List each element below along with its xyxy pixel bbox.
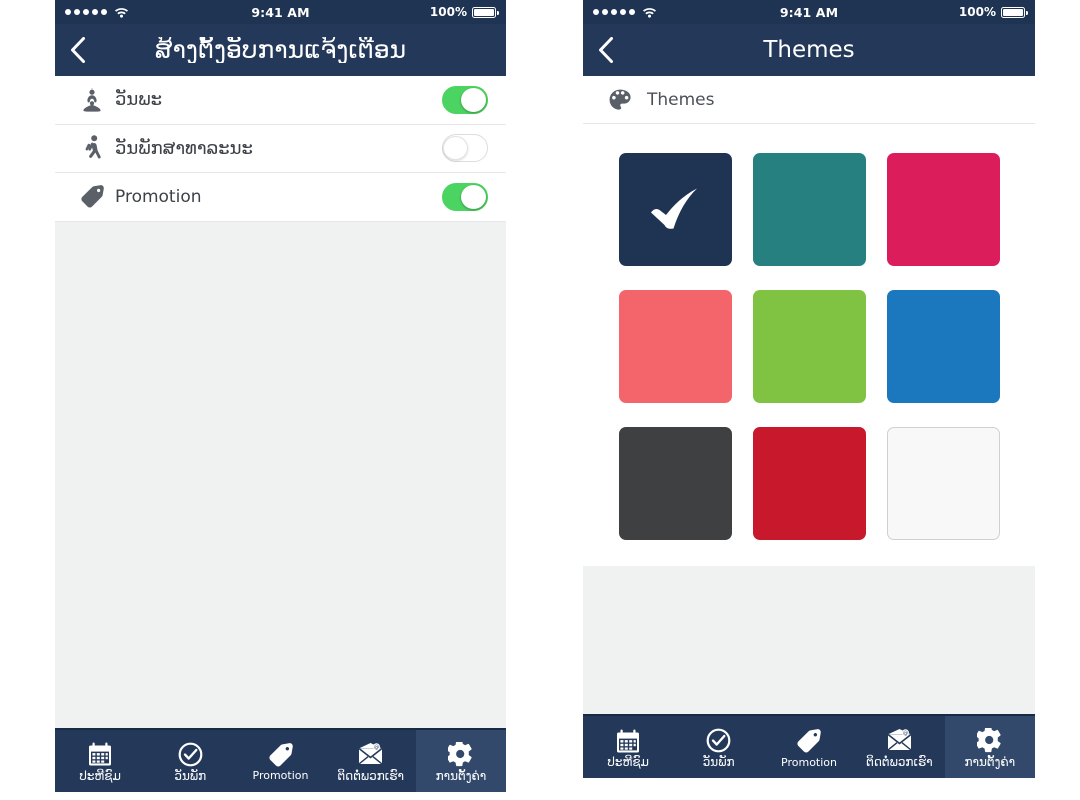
battery-icon [1001, 6, 1028, 18]
nav-bar-left: ສ້າງຕັ້ງອັບການແຈ້ງເຕືອນ [55, 24, 506, 76]
list-item-label: ວັນພະ [115, 89, 162, 111]
tab-label: ຕິດຕໍ່ພວກເຮົາ [866, 755, 933, 769]
theme-swatch-teal[interactable] [752, 153, 866, 266]
toggle-promotion[interactable] [442, 182, 488, 211]
svg-text:@: @ [903, 730, 908, 736]
tab-holiday[interactable]: ວັນພັກ [673, 716, 763, 778]
back-button[interactable] [55, 24, 101, 76]
swatch-row [618, 153, 1000, 266]
tab-promotion[interactable]: Promotion [235, 730, 325, 792]
tab-label: ຕິດຕໍ່ພວກເຮົາ [337, 768, 404, 783]
status-bar-right: 9:41 AM 100% [583, 0, 1035, 24]
mail-at-icon: @ [357, 742, 384, 767]
swatch-row [618, 290, 1000, 403]
tab-label: Promotion [252, 769, 309, 782]
tag-icon [268, 742, 294, 767]
check-icon [651, 188, 697, 229]
phone-right-themes: 9:41 AM 100% Themes Themes ປະຫີຊົມ ວັນພັ… [583, 0, 1035, 800]
tab-bar-right: ປະຫີຊົມ ວັນພັກ Promotion @ ຕິດຕໍ່ພວກເຮົາ… [583, 714, 1035, 778]
tab-label: ການຕັ້ງຄ່າ [964, 755, 1016, 769]
empty-content-area-right [583, 566, 1035, 714]
status-bar-signal [593, 3, 657, 22]
chevron-left-icon [71, 37, 85, 63]
list-item-label: ວັນພັກສາທາລະນະ [115, 137, 253, 159]
themes-section-label: Themes [647, 89, 715, 110]
page-title: Themes [763, 37, 855, 63]
tab-label: ວັນພັກ [702, 755, 735, 769]
palette-icon [605, 89, 635, 111]
calendar-icon [616, 728, 640, 753]
signal-dots-icon [65, 9, 107, 15]
tab-label: ປະຫີຊົມ [79, 768, 121, 783]
list-item-label: Promotion [115, 186, 202, 207]
theme-swatch-dark[interactable] [618, 427, 732, 540]
theme-swatch-navy[interactable] [618, 153, 732, 266]
notification-settings-list: ວັນພະ ວັນພັກສາທາລະນະ Promotion [55, 76, 506, 222]
theme-swatch-pink[interactable] [886, 153, 1000, 266]
back-button[interactable] [583, 24, 629, 76]
theme-swatch-white[interactable] [886, 427, 1000, 540]
tab-calendar[interactable]: ປະຫີຊົມ [583, 716, 673, 778]
check-circle-icon [178, 742, 203, 767]
page-title: ສ້າງຕັ້ງອັບການແຈ້ງເຕືອນ [154, 36, 407, 64]
status-bar-left: 9:41 AM 100% [55, 0, 506, 24]
tab-holiday[interactable]: ວັນພັກ [145, 730, 235, 792]
chevron-left-icon [599, 37, 613, 63]
theme-swatch-red[interactable] [752, 427, 866, 540]
wifi-icon [642, 3, 657, 22]
signal-dots-icon [593, 9, 635, 15]
phone-left-notification-settings: 9:41 AM 100% ສ້າງຕັ້ງອັບການແຈ້ງເຕືອນ ວັນ… [55, 0, 506, 800]
tab-bar-left: ປະຫີຊົມ ວັນພັກ Promotion @ ຕິດຕໍ່ພວກເຮົາ… [55, 727, 506, 792]
svg-text:@: @ [374, 744, 379, 750]
list-item-promotion[interactable]: Promotion [55, 173, 506, 222]
gear-icon [448, 741, 473, 767]
status-bar-signal [65, 3, 129, 22]
tab-calendar[interactable]: ປະຫີຊົມ [55, 730, 145, 792]
screenshot-canvas: 9:41 AM 100% ສ້າງຕັ້ງອັບການແຈ້ງເຕືອນ ວັນ… [0, 0, 1080, 800]
status-bar-battery-area: 100% [958, 5, 1028, 19]
tag-icon [75, 184, 109, 209]
swatch-row [618, 427, 1000, 540]
theme-swatch-green[interactable] [752, 290, 866, 403]
tab-label: Promotion [781, 755, 837, 769]
list-item-wan-phak-sathalana[interactable]: ວັນພັກສາທາລະນະ [55, 124, 506, 173]
tab-contact-us[interactable]: @ ຕິດຕໍ່ພວກເຮົາ [854, 716, 944, 778]
toggle-wan-pha[interactable] [442, 85, 488, 114]
tag-icon [796, 729, 822, 754]
buddha-icon [75, 87, 109, 112]
list-item-wan-pha[interactable]: ວັນພະ [55, 76, 506, 125]
tab-label: ວັນພັກ [174, 768, 207, 783]
tab-promotion[interactable]: Promotion [764, 716, 854, 778]
theme-swatch-grid [583, 124, 1035, 540]
tab-contact-us[interactable]: @ ຕິດຕໍ່ພວກເຮົາ [326, 730, 416, 792]
battery-icon [472, 6, 499, 18]
empty-content-area-left [55, 221, 506, 728]
calendar-icon [88, 742, 112, 767]
mail-at-icon: @ [886, 728, 913, 753]
battery-percent-label: 100% [429, 5, 467, 19]
walking-icon [75, 135, 109, 161]
tab-label: ການຕັ້ງຄ່າ [435, 768, 487, 783]
tab-label: ປະຫີຊົມ [607, 755, 649, 769]
gear-icon [977, 728, 1002, 753]
wifi-icon [114, 3, 129, 22]
battery-percent-label: 100% [958, 5, 996, 19]
check-circle-icon [706, 728, 731, 753]
status-bar-battery-area: 100% [429, 5, 499, 19]
theme-swatch-blue[interactable] [886, 290, 1000, 403]
tab-settings[interactable]: ການຕັ້ງຄ່າ [415, 729, 506, 792]
tab-settings[interactable]: ການຕັ້ງຄ່າ [944, 716, 1035, 778]
themes-section-header: Themes [583, 76, 1035, 124]
theme-swatch-salmon[interactable] [618, 290, 732, 403]
nav-bar-right: Themes [583, 24, 1035, 76]
toggle-wan-phak-sathalana[interactable] [442, 134, 488, 163]
